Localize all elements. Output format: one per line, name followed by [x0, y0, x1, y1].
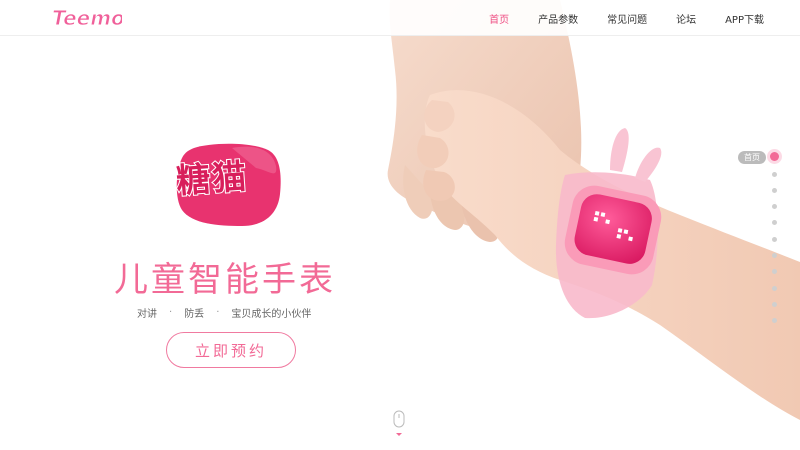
pager-current-label: 首页 — [738, 151, 766, 164]
reserve-button[interactable]: 立即预约 — [166, 332, 296, 368]
nav-item-faq[interactable]: 常见问题 — [607, 11, 647, 26]
hero-headline: 儿童智能手表 — [114, 260, 336, 300]
hero-hands-watch-image — [387, 0, 800, 420]
pager-dot[interactable] — [770, 152, 779, 161]
pager-dot[interactable] — [772, 302, 777, 307]
hero-tagline: 对讲 · 防丢 · 宝贝成长的小伙伴 — [137, 305, 311, 320]
mouse-scroll-icon[interactable] — [392, 410, 406, 438]
pager-dot[interactable] — [772, 172, 777, 177]
tagline-item-companion: 宝贝成长的小伙伴 — [231, 309, 312, 320]
tagline-item-anti-loss: 防丢 — [184, 309, 205, 320]
pager-dot[interactable] — [772, 220, 777, 225]
pager-dot[interactable] — [772, 204, 777, 209]
nav-item-specs[interactable]: 产品参数 — [538, 11, 578, 26]
pager-dot[interactable] — [772, 318, 777, 323]
tagline-separator: · — [216, 307, 220, 318]
teemo-logo[interactable]: Teemo — [50, 4, 123, 31]
pager-dot[interactable] — [772, 188, 777, 193]
nav-item-app-download[interactable]: APP下载 — [725, 11, 764, 26]
brand-name: 糖猫 — [174, 156, 251, 203]
pager-dot[interactable] — [772, 286, 777, 291]
nav-item-home[interactable]: 首页 — [489, 11, 509, 26]
main-nav: 首页 产品参数 常见问题 论坛 APP下载 — [460, 0, 764, 36]
nav-item-forum[interactable]: 论坛 — [676, 11, 696, 26]
landing-page: Teemo 首页 产品参数 常见问题 论坛 APP下载 糖猫 儿童智能手表 对讲… — [0, 0, 800, 450]
logo-text: Teemo — [52, 6, 122, 30]
tagline-item-intercom: 对讲 — [137, 309, 157, 320]
tagline-separator: · — [169, 307, 173, 318]
pager-dot[interactable] — [772, 269, 777, 274]
site-header: Teemo 首页 产品参数 常见问题 论坛 APP下载 — [0, 0, 800, 36]
pager-dot[interactable] — [772, 237, 777, 242]
pager-dot[interactable] — [772, 253, 777, 258]
